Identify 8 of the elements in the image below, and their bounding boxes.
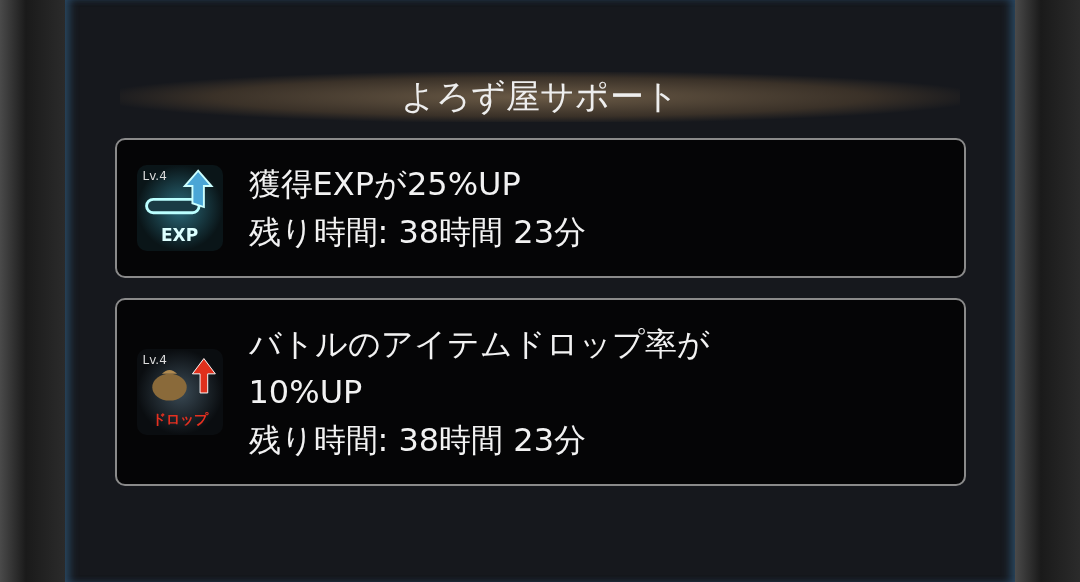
- remaining-time: 残り時間: 38時間 23分: [248, 212, 587, 253]
- exp-boost-icon: Lv.4 EXP: [136, 165, 223, 251]
- buff-description: 獲得EXPが25%UP: [248, 164, 522, 205]
- buff-description: バトルのアイテムドロップ率が: [248, 324, 710, 365]
- remaining-time: 残り時間: 38時間 23分: [248, 420, 588, 461]
- drop-boost-icon: Lv.4 ドロップ: [136, 349, 223, 435]
- dialog-title: よろず屋サポート: [401, 75, 679, 118]
- buff-description: 10%UP: [248, 372, 364, 413]
